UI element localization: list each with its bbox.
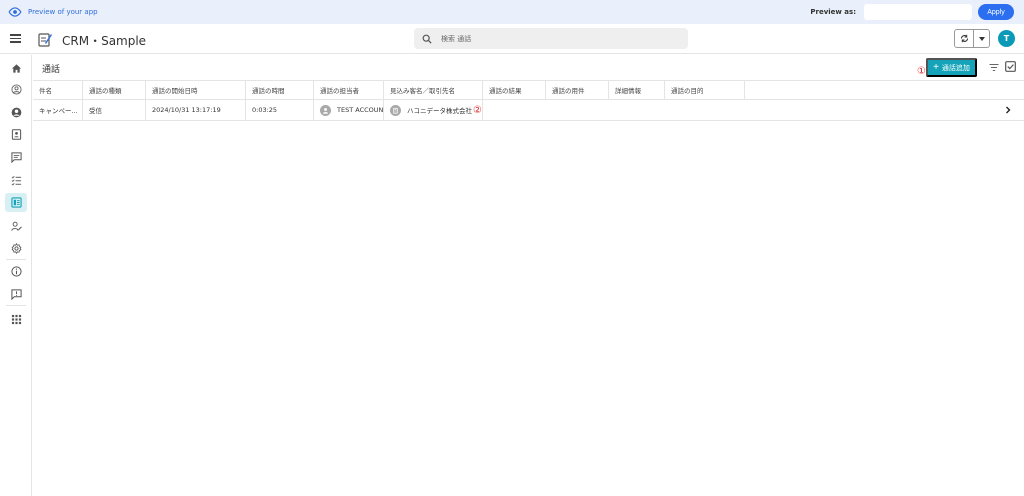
app-header: CRM・Sample 検索 通話 T: [0, 24, 1024, 54]
search-placeholder: 検索 通話: [441, 34, 472, 43]
cell-call-type: 受信: [83, 100, 146, 120]
column-header-call-type[interactable]: 通話の種類: [83, 81, 146, 99]
page-title: 通話: [42, 65, 61, 75]
sidebar-item-person[interactable]: [9, 105, 23, 119]
person-circle-icon: [11, 107, 21, 117]
column-header-start-datetime[interactable]: 通話の開始日時: [146, 81, 246, 99]
app-title: CRM・Sample: [62, 34, 147, 48]
sidebar: [0, 55, 32, 496]
filter-icon[interactable]: [989, 63, 999, 72]
cell-subject: キャンペー...: [33, 100, 83, 120]
column-header-duration[interactable]: 通話の時間: [246, 81, 314, 99]
sidebar-item-feedback[interactable]: [9, 287, 23, 301]
table-header-row: 件名 通話の種類 通話の開始日時 通話の時間 通話の担当者 見込み客名／取引先名…: [33, 80, 1024, 100]
sidebar-item-user-edit[interactable]: [9, 219, 23, 233]
info-icon: [10, 265, 22, 277]
search-icon: [422, 34, 432, 44]
cell-duration: 0:03:25: [246, 100, 314, 120]
home-icon: [11, 63, 21, 73]
calls-icon: [10, 197, 22, 208]
sync-button-group: [954, 29, 990, 48]
sidebar-item-apps[interactable]: [9, 312, 23, 326]
preview-label: Preview of your app: [28, 8, 98, 16]
sidebar-item-contacts[interactable]: [9, 127, 23, 141]
feedback-icon: [10, 288, 22, 300]
sidebar-divider: [6, 259, 26, 260]
owner-avatar-icon: [320, 104, 331, 116]
sidebar-item-settings[interactable]: [9, 241, 23, 255]
sidebar-item-account[interactable]: [9, 82, 23, 96]
checklist-icon: [11, 175, 21, 186]
lead-account-name[interactable]: ハコニデータ株式会社: [407, 105, 472, 115]
cell-start-datetime: 2024/10/31 13:17:19: [146, 100, 246, 120]
settings-icon: [11, 242, 21, 254]
account-circle-icon: [10, 83, 22, 95]
column-header-owner[interactable]: 通話の担当者: [314, 81, 384, 99]
cell-owner: TEST ACCOUN: [314, 100, 384, 120]
add-call-label: 通話追加: [941, 64, 970, 72]
user-edit-icon: [10, 221, 22, 231]
apply-button[interactable]: Apply: [978, 4, 1014, 20]
sync-dropdown-button[interactable]: [974, 30, 989, 47]
search-bar[interactable]: 検索 通話: [414, 28, 688, 49]
callout-marker-2: ②: [473, 104, 482, 116]
callout-marker-1: ①: [917, 66, 926, 77]
sidebar-divider: [6, 305, 26, 306]
table-row[interactable]: キャンペー... 受信 2024/10/31 13:17:19 0:03:25 …: [33, 100, 1024, 121]
company-avatar-icon: [390, 104, 401, 116]
add-call-button[interactable]: + 通話追加: [926, 58, 977, 77]
preview-label-group: Preview of your app: [8, 5, 98, 19]
column-header-result[interactable]: 通話の結果: [483, 81, 546, 99]
caret-down-icon: [978, 36, 985, 41]
sync-button[interactable]: [955, 30, 974, 47]
sidebar-item-info[interactable]: [9, 264, 23, 278]
eye-icon: [8, 7, 22, 17]
cell-details: [609, 100, 665, 120]
chat-icon: [10, 151, 22, 163]
notepad-icon: [38, 33, 52, 47]
preview-as-input[interactable]: [864, 4, 972, 20]
cell-lead-account: ハコニデータ株式会社 ②: [384, 100, 483, 120]
contact-card-icon: [11, 128, 21, 140]
column-header-lead-account[interactable]: 見込み客名／取引先名: [384, 81, 483, 99]
menu-icon[interactable]: [10, 34, 21, 43]
cell-purpose: [546, 100, 609, 120]
preview-bar: Preview of your app Preview as: Apply: [0, 0, 1024, 24]
user-avatar[interactable]: T: [998, 30, 1015, 47]
preview-as-label: Preview as:: [810, 8, 856, 16]
apps-grid-icon: [11, 314, 21, 324]
select-checkbox-icon[interactable]: [1005, 61, 1016, 72]
column-header-purpose[interactable]: 通話の用件: [546, 81, 609, 99]
chevron-right-icon[interactable]: [1004, 106, 1012, 114]
cell-result: [483, 100, 546, 120]
cell-objective: [665, 100, 745, 120]
plus-icon: +: [933, 61, 939, 73]
owner-name: TEST ACCOUN: [337, 106, 384, 114]
column-header-subject[interactable]: 件名: [33, 81, 83, 99]
column-header-details[interactable]: 詳細情報: [609, 81, 665, 99]
sidebar-item-home[interactable]: [9, 61, 23, 75]
sync-icon: [960, 34, 968, 43]
preview-as-group: Preview as: Apply: [810, 4, 1014, 20]
calls-table: 件名 通話の種類 通話の開始日時 通話の時間 通話の担当者 見込み客名／取引先名…: [33, 80, 1024, 121]
sidebar-item-tasks[interactable]: [9, 173, 23, 187]
sidebar-item-messages[interactable]: [9, 150, 23, 164]
column-header-objective[interactable]: 通話の目的: [665, 81, 745, 99]
sidebar-item-calls[interactable]: [5, 193, 27, 212]
